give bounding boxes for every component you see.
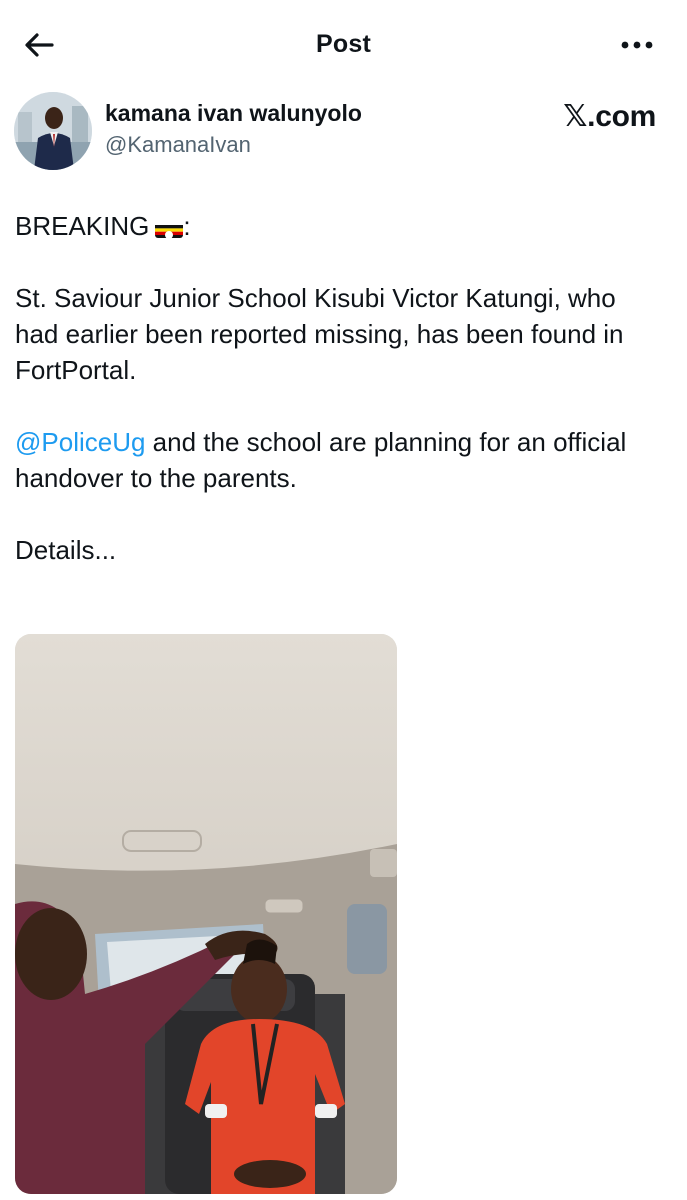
mention-link[interactable]: @PoliceUg <box>15 427 145 457</box>
page-title: Post <box>316 30 371 58</box>
tweet-paragraph-1: BREAKING: <box>15 208 665 244</box>
x-com-watermark: 𝕏.com <box>563 100 656 133</box>
car-interior-photo <box>15 634 397 1194</box>
display-name[interactable]: kamana ivan walunyolo <box>105 100 362 127</box>
avatar[interactable] <box>14 92 92 170</box>
tweet-photo[interactable] <box>15 634 397 1194</box>
tweet-paragraph-3: @PoliceUg and the school are planning fo… <box>15 424 665 496</box>
more-options-button[interactable] <box>617 30 657 60</box>
avatar-image <box>14 92 92 170</box>
uganda-flag-icon <box>155 218 184 238</box>
more-horizontal-icon <box>621 41 653 49</box>
tweet-paragraph-4: Details... <box>15 535 117 565</box>
breaking-colon: : <box>183 211 191 241</box>
top-bar: Post <box>0 0 687 88</box>
breaking-label: BREAKING <box>15 211 150 241</box>
tweet-paragraph-2: St. Saviour Junior School Kisubi Victor … <box>15 283 624 385</box>
user-handle[interactable]: @KamanaIvan <box>105 132 251 158</box>
tweet-text: BREAKING: St. Saviour Junior School Kisu… <box>15 208 665 568</box>
